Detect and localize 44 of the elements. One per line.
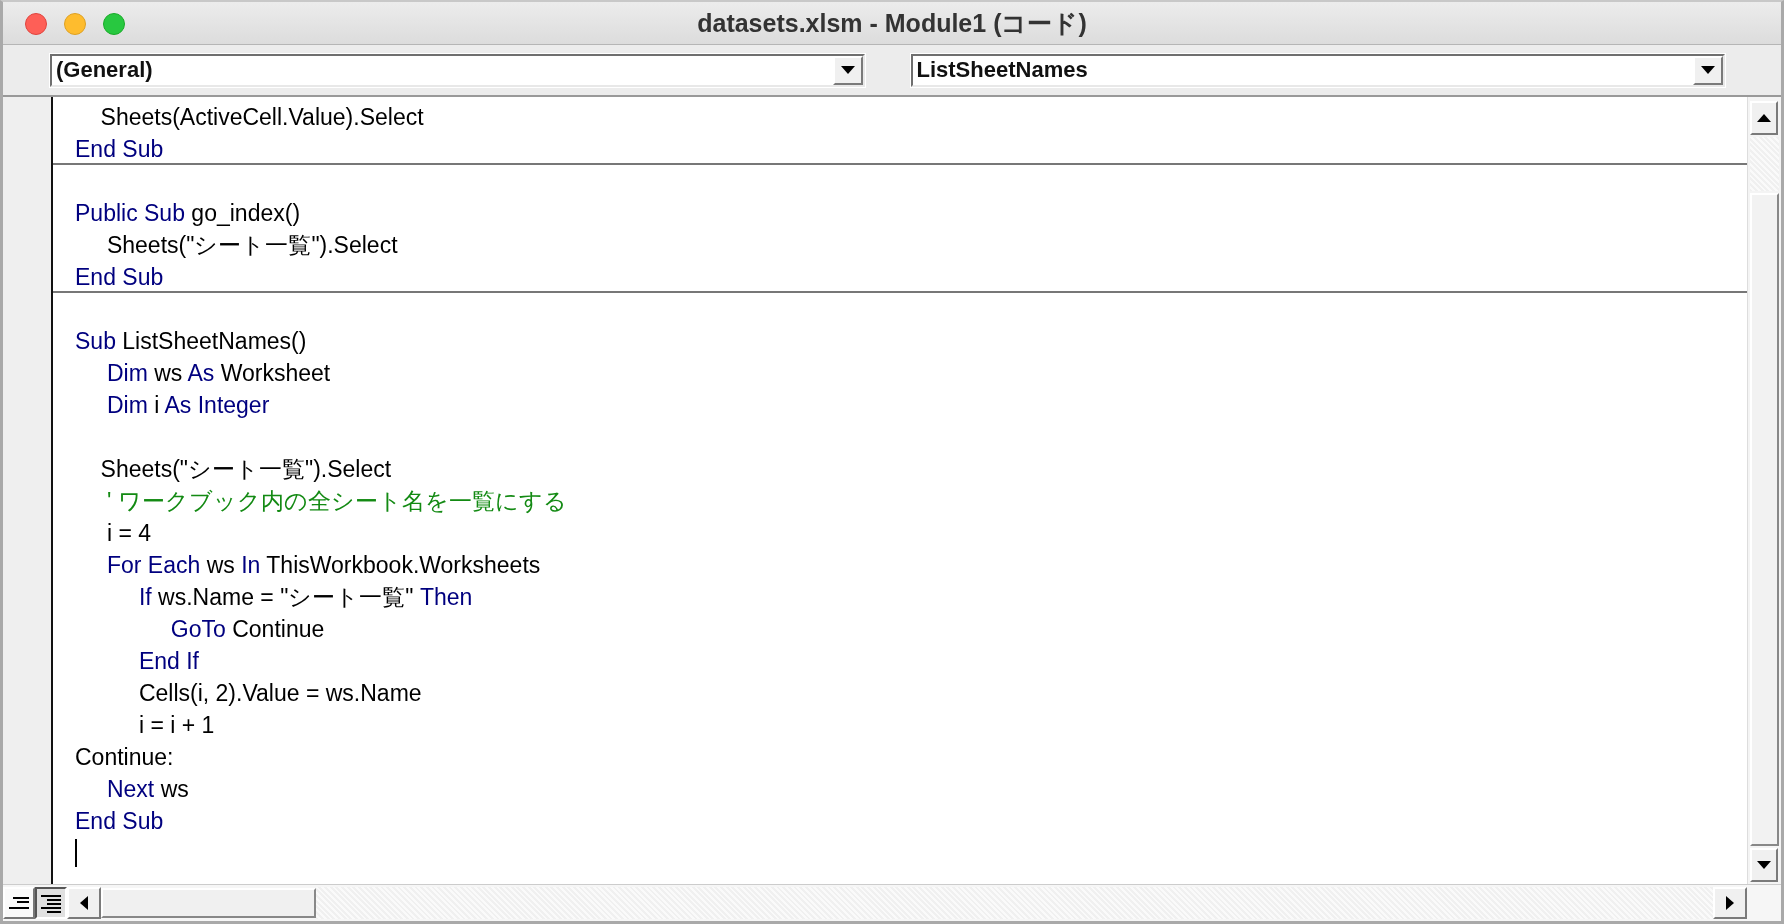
code-line: Public Sub go_index() [74,199,302,228]
code-line: Sheets("シート一覧").Select [99,455,393,484]
code-line: Sheets(ActiveCell.Value).Select [99,103,425,132]
full-module-view-button[interactable] [35,887,67,919]
code-line: For Each ws In ThisWorkbook.Worksheets [105,551,542,580]
dropdown-arrow-button[interactable] [1693,55,1723,85]
code-line: If ws.Name = "シート一覧" Then [137,583,474,612]
code-line: Continue: [74,743,175,772]
window-title: datasets.xlsm - Module1 (コード) [697,7,1087,39]
full-module-view-icon [39,893,63,913]
caret-down-icon [840,66,855,74]
scroll-down-button[interactable] [1750,848,1778,882]
code-line: i = 4 [105,519,153,548]
code-line: ' ワークブック内の全シート名を一覧にする [105,487,568,516]
code-line: GoTo Continue [169,615,326,644]
scroll-thumb[interactable] [1750,193,1779,846]
code-line: Next ws [105,775,190,804]
dropdown-arrow-button[interactable] [832,55,863,85]
caret-up-icon [1757,114,1771,122]
scroll-left-button[interactable] [67,887,101,919]
code-line: End Sub [53,133,1747,165]
caret-down-icon [1701,66,1715,74]
procedure-view-button[interactable] [3,887,35,919]
code-line: Dim i As Integer [105,391,271,420]
code-line: End Sub [74,807,165,836]
code-line: Sheets("シート一覧").Select [105,231,399,260]
code-line: Cells(i, 2).Value = ws.Name [137,679,423,708]
caret-right-icon [1726,896,1734,910]
scroll-right-button[interactable] [1713,887,1747,919]
procedure-dropdown[interactable]: ListSheetNames [910,53,1725,87]
object-dropdown[interactable]: (General) [50,53,865,87]
horizontal-scroll-thumb[interactable] [101,888,316,918]
minimize-button[interactable] [64,13,86,35]
code-line: i = i + 1 [137,711,216,740]
caret-down-icon [1757,861,1771,869]
close-button[interactable] [25,13,47,35]
code-line: Sub ListSheetNames() [74,327,308,356]
code-line: End If [137,647,200,676]
zoom-button[interactable] [103,13,125,35]
code-line: Dim ws As Worksheet [105,359,332,388]
code-line: End Sub [53,261,1747,293]
vertical-scrollbar[interactable] [1747,97,1781,884]
scroll-up-button[interactable] [1750,101,1778,135]
caret-left-icon [80,896,88,910]
